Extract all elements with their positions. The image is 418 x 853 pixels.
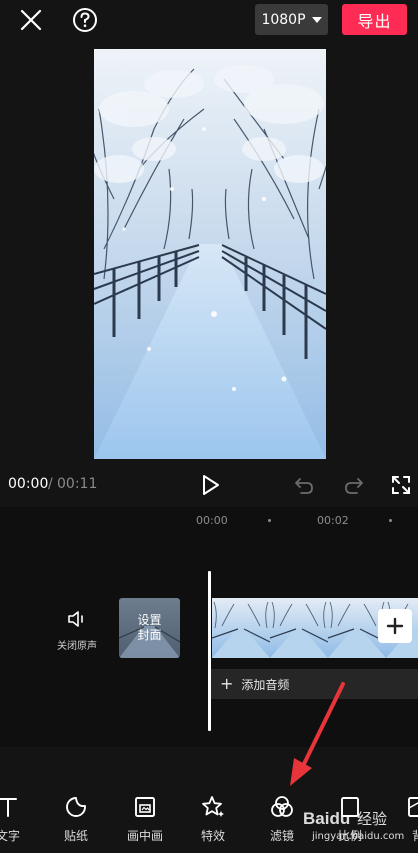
watermark-url: jingyan.baidu.com bbox=[312, 831, 405, 842]
mute-audio-label: 关闭原声 bbox=[57, 641, 97, 652]
tool-effects[interactable]: 特效 bbox=[183, 795, 243, 844]
plus-icon: + bbox=[220, 674, 234, 693]
effects-icon bbox=[202, 796, 224, 817]
total-time: 00:11 bbox=[57, 476, 98, 492]
svg-text:经验: 经验 bbox=[357, 810, 387, 828]
fullscreen-button[interactable] bbox=[387, 471, 415, 499]
ruler-time-1: 00:02 bbox=[317, 514, 349, 527]
filter-icon bbox=[271, 796, 293, 817]
redo-icon bbox=[345, 478, 363, 494]
text-icon bbox=[0, 798, 17, 817]
speaker-icon bbox=[68, 611, 83, 627]
play-icon bbox=[203, 475, 219, 495]
fullscreen-icon bbox=[392, 476, 410, 494]
preview-image bbox=[94, 49, 326, 459]
tool-sticker[interactable]: 贴纸 bbox=[46, 795, 106, 844]
playhead[interactable] bbox=[208, 571, 211, 731]
tool-text[interactable]: 文字 bbox=[0, 795, 38, 844]
tool-label: 画中画 bbox=[126, 829, 163, 843]
help-button[interactable] bbox=[68, 5, 102, 35]
export-button[interactable]: 导出 bbox=[342, 4, 407, 35]
ruler-tick bbox=[389, 519, 392, 522]
sticker-icon bbox=[66, 797, 86, 817]
annotation-arrow-icon bbox=[290, 682, 345, 786]
current-time: 00:00 bbox=[8, 476, 49, 492]
ruler-tick bbox=[268, 519, 271, 522]
plus-icon bbox=[386, 617, 404, 635]
close-button[interactable] bbox=[14, 5, 48, 35]
time-separator: / bbox=[48, 476, 53, 492]
close-icon bbox=[20, 9, 42, 31]
set-cover-button[interactable]: 设置 封面 bbox=[119, 598, 180, 658]
resolution-dropdown[interactable]: 1080P bbox=[255, 4, 328, 35]
picture-in-picture-icon bbox=[135, 797, 155, 817]
undo-icon bbox=[295, 478, 313, 494]
chevron-down-icon bbox=[311, 16, 322, 23]
resolution-value: 1080P bbox=[261, 11, 306, 28]
baidu-watermark-logo: Baidu 经验 bbox=[303, 809, 387, 828]
export-label: 导出 bbox=[357, 11, 392, 31]
tool-label: 特效 bbox=[200, 829, 225, 843]
tool-label: 贴纸 bbox=[63, 829, 88, 843]
mute-audio-button[interactable] bbox=[66, 608, 88, 630]
set-cover-label: 设置 封面 bbox=[137, 613, 162, 642]
tool-picture-in-picture[interactable]: 画中画 bbox=[115, 795, 175, 844]
play-button[interactable] bbox=[197, 471, 225, 499]
ruler-time-0: 00:00 bbox=[196, 514, 228, 527]
add-clip-button[interactable] bbox=[378, 609, 412, 643]
tool-label: 文字 bbox=[0, 829, 20, 843]
undo-button[interactable] bbox=[290, 471, 318, 499]
redo-button[interactable] bbox=[340, 471, 368, 499]
help-icon bbox=[73, 8, 97, 32]
svg-text:Baidu: Baidu bbox=[303, 809, 350, 828]
video-preview[interactable] bbox=[94, 49, 326, 459]
